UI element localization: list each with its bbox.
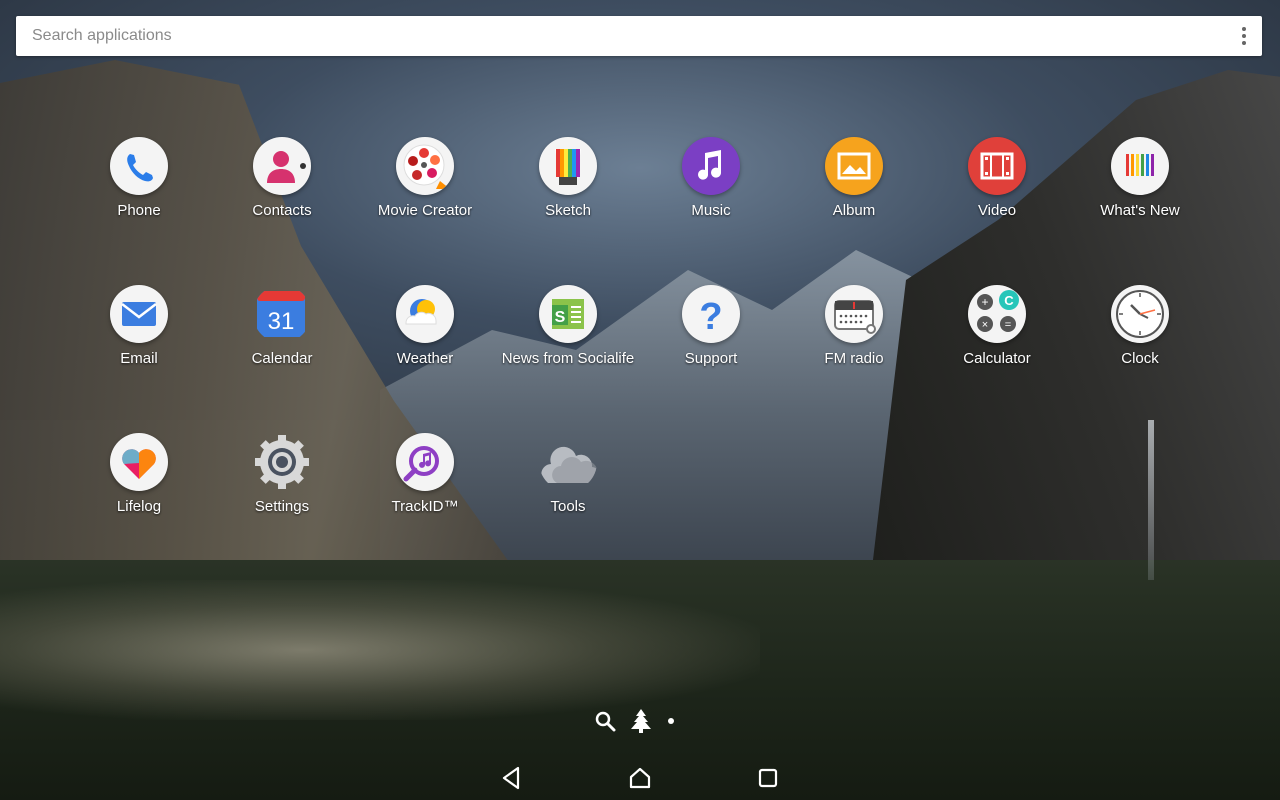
app-label: TrackID™ <box>391 498 459 515</box>
calendar-icon: 31 <box>253 285 311 343</box>
app-label: Music <box>691 202 731 219</box>
news-letter-text: S <box>555 309 566 326</box>
calculator-icon: + C × = <box>968 285 1026 343</box>
support-icon: ? <box>682 285 740 343</box>
page-dot-icon[interactable] <box>666 716 676 726</box>
app-label: News from Socialife <box>501 350 635 367</box>
app-label: Support <box>684 350 738 367</box>
app-weather[interactable]: Weather <box>355 285 495 368</box>
search-icon[interactable] <box>594 710 616 732</box>
app-label: Weather <box>396 350 454 367</box>
app-album[interactable]: Album <box>784 137 924 220</box>
app-grid: Phone Contacts Movie Creator Sketch Musi… <box>0 0 1280 560</box>
app-support[interactable]: ? Support <box>641 285 781 368</box>
back-icon[interactable] <box>490 756 534 800</box>
app-settings[interactable]: Settings <box>212 433 352 516</box>
app-label: Email <box>120 350 158 367</box>
app-contacts[interactable]: Contacts <box>212 137 352 220</box>
app-calendar[interactable]: 31 Calendar <box>212 285 352 368</box>
svg-text:+: + <box>981 295 988 309</box>
clock-icon <box>1111 285 1169 343</box>
app-label: Clock <box>1121 350 1159 367</box>
sketch-icon <box>539 137 597 195</box>
app-label: Sketch <box>545 202 591 219</box>
movie-creator-icon <box>396 137 454 195</box>
fm-radio-icon <box>825 285 883 343</box>
app-label: Movie Creator <box>377 202 473 219</box>
app-clock[interactable]: Clock <box>1070 285 1210 368</box>
app-movie-creator[interactable]: Movie Creator <box>355 137 495 220</box>
email-icon <box>110 285 168 343</box>
app-news-from-socialife[interactable]: S News from Socialife <box>498 285 638 368</box>
app-label: Phone <box>117 202 161 219</box>
wallpaper-mist <box>0 580 760 720</box>
app-trackid[interactable]: TrackID™ <box>355 433 495 516</box>
app-sketch[interactable]: Sketch <box>498 137 638 220</box>
weather-icon <box>396 285 454 343</box>
app-label: Album <box>832 202 876 219</box>
app-music[interactable]: Music <box>641 137 781 220</box>
navigation-bar <box>0 756 1280 800</box>
news-icon: S <box>539 285 597 343</box>
album-icon <box>825 137 883 195</box>
svg-text:×: × <box>982 319 988 331</box>
app-whats-new[interactable]: What's New <box>1070 137 1210 220</box>
recents-icon[interactable] <box>746 756 790 800</box>
svg-text:C: C <box>1004 293 1014 308</box>
app-label: Contacts <box>252 202 312 219</box>
app-calculator[interactable]: + C × = Calculator <box>927 285 1067 368</box>
app-label: Settings <box>254 498 310 515</box>
phone-icon <box>110 137 168 195</box>
app-tools[interactable]: Tools <box>498 433 638 516</box>
calendar-date-text: 31 <box>268 308 295 335</box>
tools-folder-icon <box>539 433 597 491</box>
support-glyph-text: ? <box>699 296 722 338</box>
app-label: Calendar <box>251 350 313 367</box>
tree-icon[interactable] <box>630 708 652 734</box>
settings-icon <box>253 433 311 491</box>
lifelog-icon <box>110 433 168 491</box>
app-video[interactable]: Video <box>927 137 1067 220</box>
app-lifelog[interactable]: Lifelog <box>69 433 209 516</box>
app-label: Tools <box>550 498 586 515</box>
video-icon <box>968 137 1026 195</box>
app-label: Video <box>977 202 1017 219</box>
trackid-icon <box>396 433 454 491</box>
app-label: Calculator <box>963 350 1031 367</box>
contacts-icon <box>253 137 311 195</box>
app-fm-radio[interactable]: FM radio <box>784 285 924 368</box>
app-label: FM radio <box>824 350 884 367</box>
app-label: What's New <box>1100 202 1180 219</box>
music-icon <box>682 137 740 195</box>
whats-new-icon <box>1111 137 1169 195</box>
home-icon[interactable] <box>618 756 662 800</box>
svg-text:=: = <box>1005 319 1011 331</box>
page-indicators <box>594 706 684 736</box>
app-email[interactable]: Email <box>69 285 209 368</box>
app-phone[interactable]: Phone <box>69 137 209 220</box>
app-label: Lifelog <box>116 498 162 515</box>
